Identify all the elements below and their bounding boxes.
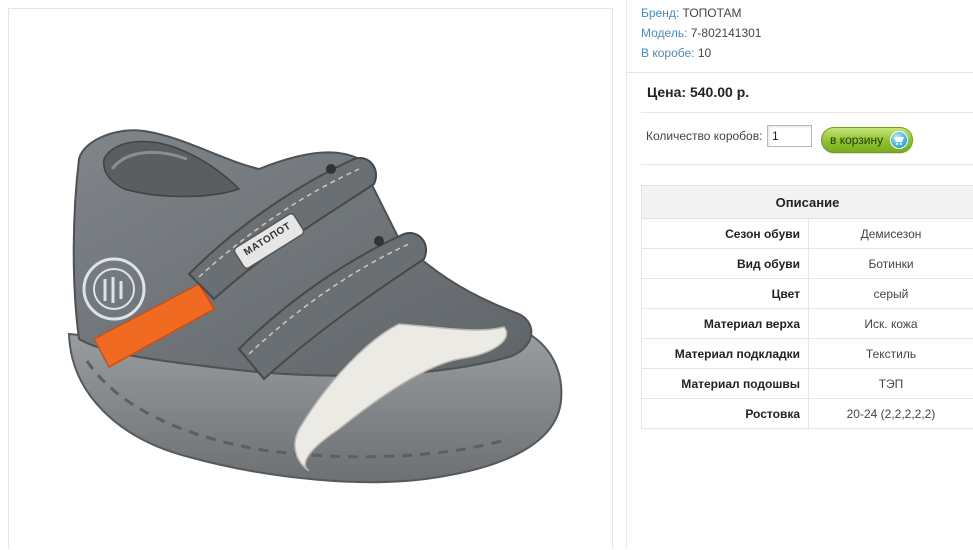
column-divider (626, 0, 627, 549)
add-to-cart-label: в корзину (830, 133, 883, 147)
table-row: Цвет серый (642, 279, 973, 309)
row-key: Материал подошвы (642, 369, 809, 399)
quantity-label: Количество коробов: (646, 129, 762, 143)
model-label: Модель: (641, 26, 687, 40)
row-key: Цвет (642, 279, 809, 309)
table-row: Материал верха Иск. кожа (642, 309, 973, 339)
row-value: Демисезон (809, 219, 973, 249)
row-key: Ростовка (642, 399, 809, 429)
table-row: Сезон обуви Демисезон (642, 219, 973, 249)
row-value: Ботинки (809, 249, 973, 279)
brand-label[interactable]: Бренд: (641, 6, 679, 20)
table-row: Ростовка 20-24 (2,2,2,2,2) (642, 399, 973, 429)
table-row: Материал подошвы ТЭП (642, 369, 973, 399)
row-key: Материал подкладки (642, 339, 809, 369)
quantity-input[interactable] (767, 125, 812, 147)
row-value: серый (809, 279, 973, 309)
row-key: Вид обуви (642, 249, 809, 279)
row-value: Иск. кожа (809, 309, 973, 339)
brand-value: ТОПОТАМ (683, 6, 742, 20)
box-count-line: В коробе: 10 (641, 46, 711, 60)
divider (641, 164, 973, 165)
divider (627, 72, 973, 73)
row-key: Сезон обуви (642, 219, 809, 249)
box-count-label: В коробе: (641, 46, 695, 60)
divider (641, 112, 973, 113)
table-row: Материал подкладки Текстиль (642, 339, 973, 369)
row-value: Текстиль (809, 339, 973, 369)
brand-line: Бренд: ТОПОТАМ (641, 6, 742, 20)
price: Цена: 540.00 р. (647, 84, 749, 100)
description-title: Описание (642, 186, 973, 219)
add-to-cart-button[interactable]: в корзину (821, 127, 913, 153)
row-key: Материал верха (642, 309, 809, 339)
row-value: ТЭП (809, 369, 973, 399)
table-row: Вид обуви Ботинки (642, 249, 973, 279)
description-table: Описание Сезон обуви Демисезон Вид обуви… (641, 185, 973, 429)
product-photo[interactable]: МАТОПОТ (8, 8, 613, 549)
model-value: 7-802141301 (691, 26, 762, 40)
cart-icon (890, 131, 908, 149)
model-line: Модель: 7-802141301 (641, 26, 761, 40)
shoe-image (9, 9, 614, 550)
row-value: 20-24 (2,2,2,2,2) (809, 399, 973, 429)
box-count-value: 10 (698, 46, 711, 60)
